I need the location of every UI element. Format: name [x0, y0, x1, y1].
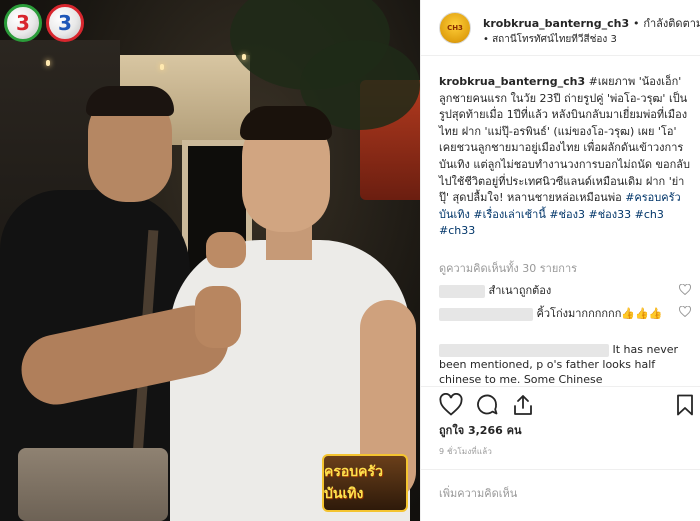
comment-like-heart-icon[interactable] [679, 284, 691, 295]
channel-logo-text: 3 [16, 11, 30, 35]
comment-list: สำเนาถูกต้อง คิ้วโก่งมากกกกกก👍👍👍 It has … [439, 280, 691, 386]
header-separator: • [633, 17, 640, 30]
comment-item: It has never been mentioned, p o's fathe… [439, 340, 691, 386]
channel-3-logo: 3 [4, 4, 42, 42]
channel-3-logo: 3 [46, 4, 84, 42]
background-lamp [160, 64, 164, 70]
header-user-line: krobkrua_banterng_ch3 • กำลังติดตาม [483, 14, 700, 32]
post-header: CH3 krobkrua_banterng_ch3 • กำลังติดตาม … [421, 0, 700, 56]
shoulder-bag [18, 448, 168, 521]
blurred-commenter-name [439, 343, 609, 357]
account-avatar[interactable]: CH3 [439, 12, 471, 44]
like-count[interactable]: ถูกใจ 3,266 คน [439, 421, 521, 439]
add-comment-placeholder[interactable]: เพิ่มความคิดเห็น [439, 484, 517, 502]
view-all-comments-link[interactable]: ดูความคิดเห็นทั้ง 30 รายการ [439, 259, 577, 277]
comment-text: สำเนาถูกต้อง [488, 284, 552, 297]
comment-item: สำเนาถูกต้อง [439, 280, 691, 302]
channel-logo-text: 3 [58, 11, 72, 35]
post-location[interactable]: • สถานีโทรทัศน์ไทยทีวีสีช่อง 3 [483, 32, 617, 47]
show-logo-text: ครอบครัวบันเทิง [324, 464, 383, 502]
blurred-commenter-name [439, 284, 485, 298]
hand-on-shoulder [206, 232, 246, 268]
blurred-commenter-name [439, 307, 533, 321]
post-caption: krobkrua_banterng_ch3 #เผยภาพ 'น้องเอ็ก'… [439, 74, 691, 240]
thumbs-up-hand [195, 286, 241, 348]
add-comment-box[interactable]: เพิ่มความคิดเห็น [421, 469, 700, 521]
background-lamp [242, 54, 246, 60]
post-timestamp[interactable]: 9 ชั่วโมงที่แล้ว [439, 445, 492, 458]
comment-text: คิ้วโก่งมากกกกกก👍👍👍 [536, 307, 663, 320]
show-watermark-logo: ครอบครัวบันเทิง [322, 454, 408, 512]
caption-username[interactable]: krobkrua_banterng_ch3 [439, 75, 585, 88]
person-right-hair [240, 106, 332, 140]
post-action-bar [421, 386, 700, 420]
background-lamp [46, 60, 50, 66]
bookmark-icon[interactable] [673, 393, 697, 417]
person-left-hair [86, 86, 174, 116]
comment-icon[interactable] [475, 393, 499, 417]
share-icon[interactable] [511, 393, 535, 417]
comment-item: คิ้วโก่งมากกกกกก👍👍👍 [439, 302, 691, 340]
comment-like-heart-icon[interactable] [679, 306, 691, 317]
caption-text: #เผยภาพ 'น้องเอ็ก' ลูกชายคนแรก ในวัย 23ป… [439, 75, 691, 205]
following-button[interactable]: กำลังติดตาม [643, 17, 700, 30]
heart-icon[interactable] [439, 393, 463, 417]
post-photo[interactable]: 3 3 ครอบครัวบันเทิง [0, 0, 420, 521]
header-username[interactable]: krobkrua_banterng_ch3 [483, 17, 629, 30]
post-side-panel: CH3 krobkrua_banterng_ch3 • กำลังติดตาม … [420, 0, 700, 521]
